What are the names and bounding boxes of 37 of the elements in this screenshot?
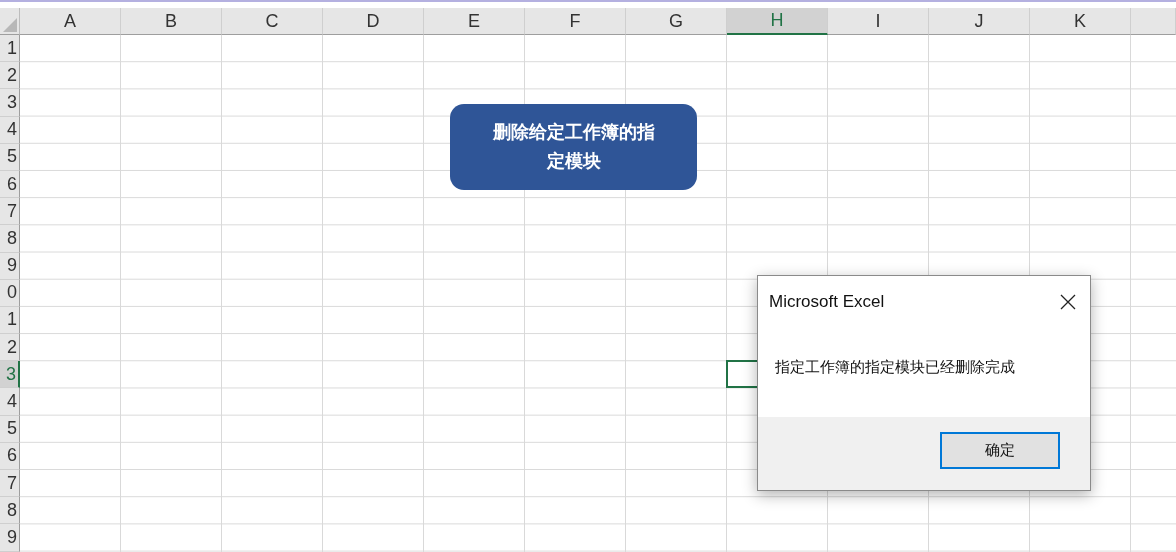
- row-header[interactable]: 9: [0, 524, 20, 552]
- row-header[interactable]: 9: [0, 252, 20, 280]
- row-header[interactable]: 1: [0, 35, 20, 63]
- column-header[interactable]: J: [929, 8, 1030, 35]
- column-header[interactable]: [1131, 8, 1176, 35]
- dialog-title: Microsoft Excel: [769, 291, 885, 314]
- column-header[interactable]: G: [626, 8, 727, 35]
- column-header[interactable]: E: [424, 8, 525, 35]
- column-header[interactable]: I: [828, 8, 929, 35]
- row-header[interactable]: 3: [0, 89, 20, 117]
- column-header[interactable]: C: [222, 8, 323, 35]
- column-header[interactable]: K: [1030, 8, 1131, 35]
- shape-button[interactable]: 删除给定工作簿的指定模块: [450, 104, 697, 190]
- column-header[interactable]: D: [323, 8, 424, 35]
- row-header[interactable]: 8: [0, 225, 20, 253]
- row-header[interactable]: 6: [0, 170, 20, 199]
- column-header[interactable]: F: [525, 8, 626, 35]
- row-header[interactable]: 2: [0, 334, 20, 362]
- dialog-message: 指定工作簿的指定模块已经删除完成: [775, 358, 1015, 376]
- row-header[interactable]: 0: [0, 279, 20, 307]
- ok-button[interactable]: 确定: [940, 432, 1060, 469]
- row-header[interactable]: 7: [0, 470, 20, 498]
- select-all-icon[interactable]: [3, 18, 17, 32]
- row-header[interactable]: 5: [0, 143, 20, 171]
- row-header[interactable]: 5: [0, 415, 20, 443]
- column-header[interactable]: B: [121, 8, 222, 35]
- row-header[interactable]: 1: [0, 306, 20, 335]
- row-header[interactable]: 7: [0, 198, 20, 226]
- row-header[interactable]: 4: [0, 388, 20, 416]
- row-header[interactable]: 2: [0, 62, 20, 90]
- row-header[interactable]: 6: [0, 442, 20, 470]
- row-header[interactable]: 8: [0, 497, 20, 525]
- column-header[interactable]: H: [727, 8, 828, 35]
- row-header[interactable]: 4: [0, 116, 20, 144]
- column-header[interactable]: A: [20, 8, 121, 35]
- close-icon[interactable]: [1060, 294, 1076, 310]
- row-header[interactable]: 3: [0, 361, 20, 389]
